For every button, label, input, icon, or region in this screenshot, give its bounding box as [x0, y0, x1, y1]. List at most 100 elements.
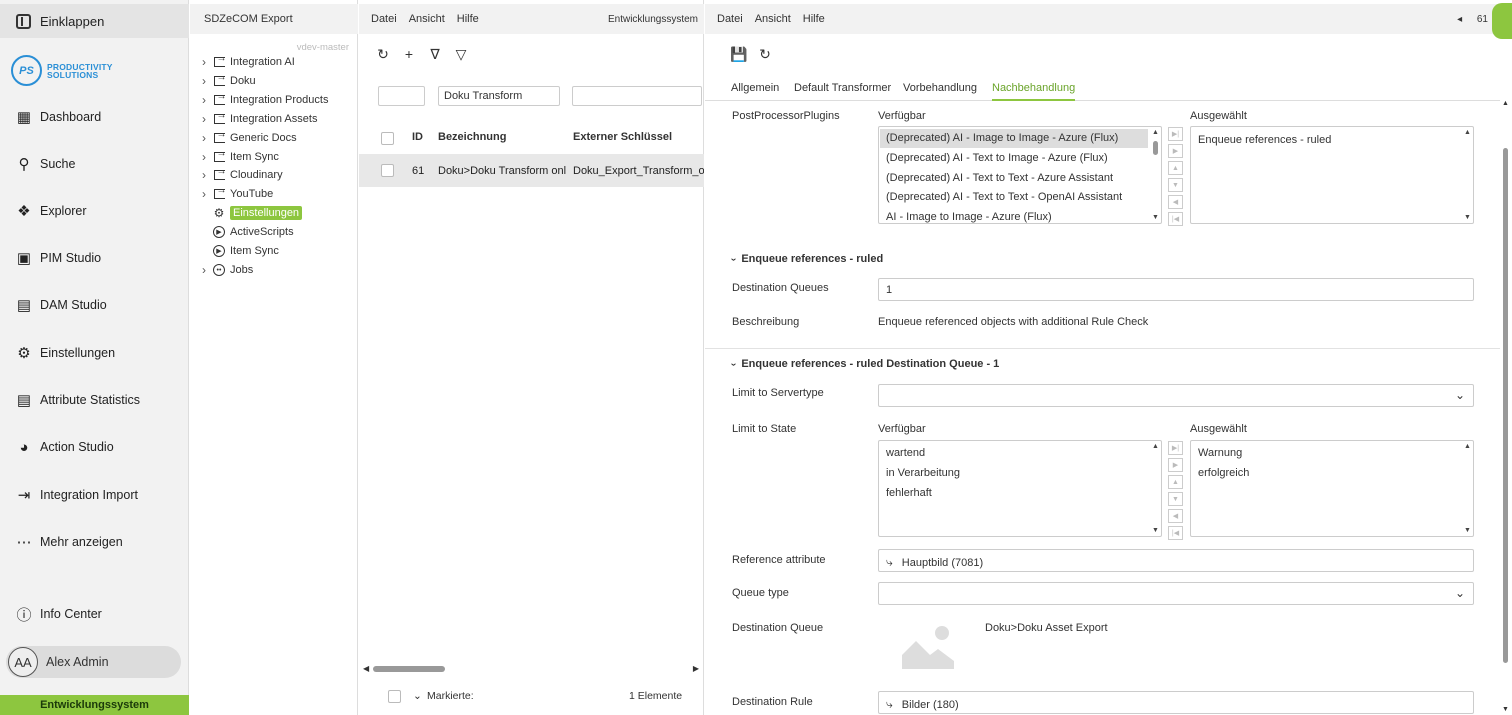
table-row[interactable]: 61 Doku>Doku Transform only Doku_Export_… — [359, 154, 704, 187]
queue-type-select[interactable]: ⌄ — [878, 582, 1474, 605]
scroll-thumb[interactable] — [1503, 148, 1508, 663]
reload-icon[interactable]: ↻ — [757, 46, 773, 62]
row-checkbox[interactable] — [381, 164, 394, 177]
link-arrow-icon[interactable]: ⤷ — [886, 697, 893, 711]
list-item[interactable]: in Verarbeitung — [880, 464, 966, 483]
filter-clear-icon[interactable]: ∇ — [427, 46, 443, 62]
filter-icon[interactable]: ▽ — [453, 46, 469, 62]
menu-datei[interactable]: Datei — [371, 13, 397, 25]
refresh-icon[interactable]: ↻ — [375, 46, 391, 62]
menu-hilfe[interactable]: Hilfe — [803, 13, 825, 25]
move-down-icon[interactable]: ▼ — [1168, 178, 1183, 192]
nav-item-mehr-anzeigen[interactable]: ⋯ Mehr anzeigen — [0, 526, 189, 558]
column-header-name[interactable]: Bezeichnung — [438, 131, 506, 143]
nav-item-suche[interactable]: ⚲ Suche — [0, 148, 189, 180]
menu-hilfe[interactable]: Hilfe — [457, 13, 479, 25]
footer-checkbox[interactable] — [388, 690, 401, 703]
section-header-destination-queue[interactable]: › Enqueue references - ruled Destination… — [728, 358, 999, 370]
tab-allgemein[interactable]: Allgemein — [731, 82, 779, 101]
move-all-left-icon[interactable]: |◀ — [1168, 212, 1183, 226]
tab-default-transformer[interactable]: Default Transformer — [794, 82, 891, 101]
list-scrollbar[interactable]: ▲ ▼ — [1151, 127, 1161, 223]
list-scrollbar[interactable]: ▲ ▼ — [1463, 441, 1473, 536]
chevron-right-icon[interactable]: › — [202, 55, 212, 69]
collapse-button[interactable]: Einklappen — [0, 4, 189, 38]
chevron-right-icon[interactable]: › — [202, 74, 212, 88]
list-item[interactable]: fehlerhaft — [880, 484, 938, 503]
scroll-down-icon[interactable]: ▼ — [1502, 706, 1509, 713]
select-all-checkbox[interactable] — [381, 132, 394, 145]
nav-item-dashboard[interactable]: ▦ Dashboard — [0, 101, 189, 133]
scroll-thumb[interactable] — [373, 666, 445, 672]
list-item[interactable]: Enqueue references - ruled — [1192, 131, 1337, 150]
section-header-enqueue[interactable]: › Enqueue references - ruled — [728, 253, 883, 265]
detail-scrollbar[interactable]: ▲ ▼ — [1501, 100, 1511, 715]
list-item[interactable]: erfolgreich — [1192, 464, 1255, 483]
chat-button[interactable] — [1492, 3, 1512, 39]
move-left-icon[interactable]: ◀ — [1168, 509, 1183, 523]
tree-node[interactable]: › Doku — [202, 72, 256, 90]
list-scrollbar[interactable]: ▲ ▼ — [1151, 441, 1161, 536]
nav-item-attribute-statistics[interactable]: ▤ Attribute Statistics — [0, 384, 189, 416]
move-all-left-icon[interactable]: |◀ — [1168, 526, 1183, 540]
footer-chevron-icon[interactable]: ⌄ — [413, 690, 422, 702]
tree-node[interactable]: › Integration AI — [202, 53, 295, 71]
tab-nachbehandlung[interactable]: Nachbehandlung — [992, 82, 1076, 101]
nav-item-info-center[interactable]: ⓘ Info Center — [0, 598, 189, 630]
chevron-right-icon[interactable]: › — [202, 150, 212, 164]
tree-node[interactable]: ▶ Item Sync — [202, 242, 279, 260]
menu-ansicht[interactable]: Ansicht — [409, 13, 445, 25]
destination-queue-value[interactable]: Doku>Doku Asset Export — [985, 622, 1108, 634]
save-icon[interactable]: 💾 — [730, 46, 747, 62]
link-arrow-icon[interactable]: ⤷ — [886, 555, 893, 569]
dest-queues-field[interactable]: 1 — [878, 278, 1474, 301]
tree-node[interactable]: › Generic Docs — [202, 129, 297, 147]
chevron-right-icon[interactable]: › — [202, 93, 212, 107]
postprocessor-available-list[interactable]: (Deprecated) AI - Image to Image - Azure… — [878, 126, 1162, 224]
list-item[interactable]: (Deprecated) AI - Text to Text - Azure A… — [880, 169, 1119, 188]
destination-rule-field[interactable]: ⤷ Bilder (180) — [878, 691, 1474, 714]
chevron-right-icon[interactable]: › — [202, 187, 212, 201]
servertype-select[interactable]: ⌄ — [878, 384, 1474, 407]
tree-node[interactable]: › Cloudinary — [202, 166, 283, 184]
nav-item-integration-import[interactable]: ⇥ Integration Import — [0, 479, 189, 511]
chevron-right-icon[interactable]: › — [202, 131, 212, 145]
list-scrollbar[interactable]: ▲ ▼ — [1463, 127, 1473, 223]
list-item[interactable]: (Deprecated) AI - Text to Text - OpenAI … — [880, 188, 1128, 207]
move-down-icon[interactable]: ▼ — [1168, 492, 1183, 506]
move-all-right-icon[interactable]: ▶| — [1168, 127, 1183, 141]
filter-id-input[interactable] — [378, 86, 425, 106]
add-icon[interactable]: + — [401, 46, 417, 62]
state-selected-list[interactable]: Warnung erfolgreich ▲ ▼ — [1190, 440, 1474, 537]
column-header-id[interactable]: ID — [412, 131, 423, 143]
tree-node[interactable]: › Integration Products — [202, 91, 328, 109]
postprocessor-selected-list[interactable]: Enqueue references - ruled ▲ ▼ — [1190, 126, 1474, 224]
tree-node[interactable]: › Item Sync — [202, 148, 279, 166]
user-menu[interactable]: AA Alex Admin — [6, 646, 181, 678]
tree-node-selected[interactable]: ⚙ Einstellungen — [202, 204, 303, 222]
move-right-icon[interactable]: ▶ — [1168, 458, 1183, 472]
menu-ansicht[interactable]: Ansicht — [755, 13, 791, 25]
nav-item-explorer[interactable]: ❖ Explorer — [0, 195, 189, 227]
tree-node[interactable]: › Integration Assets — [202, 110, 317, 128]
tree-node[interactable]: › YouTube — [202, 185, 273, 203]
scroll-left-icon[interactable]: ◀ — [363, 664, 369, 673]
state-available-list[interactable]: wartend in Verarbeitung fehlerhaft ▲ ▼ — [878, 440, 1162, 537]
list-item[interactable]: AI - Image to Image - Azure (Flux) — [880, 208, 1058, 223]
chevron-right-icon[interactable]: › — [202, 112, 212, 126]
list-item[interactable]: (Deprecated) AI - Image to Image - Azure… — [880, 129, 1148, 148]
nav-item-dam-studio[interactable]: ▤ DAM Studio — [0, 289, 189, 321]
list-item[interactable]: wartend — [880, 444, 931, 463]
nav-item-einstellungen[interactable]: ⚙ Einstellungen — [0, 337, 189, 369]
move-up-icon[interactable]: ▲ — [1168, 475, 1183, 489]
reference-attribute-field[interactable]: ⤷ Hauptbild (7081) — [878, 549, 1474, 572]
move-all-right-icon[interactable]: ▶| — [1168, 441, 1183, 455]
nav-item-action-studio[interactable]: ◕ Action Studio — [0, 431, 189, 463]
scroll-up-icon[interactable]: ▲ — [1502, 100, 1509, 107]
menu-datei[interactable]: Datei — [717, 13, 743, 25]
tree-node[interactable]: › •• Jobs — [202, 261, 253, 279]
column-header-key[interactable]: Externer Schlüssel — [573, 131, 672, 143]
chevron-right-icon[interactable]: › — [202, 263, 212, 277]
tree-node[interactable]: ▶ ActiveScripts — [202, 223, 294, 241]
move-left-icon[interactable]: ◀ — [1168, 195, 1183, 209]
